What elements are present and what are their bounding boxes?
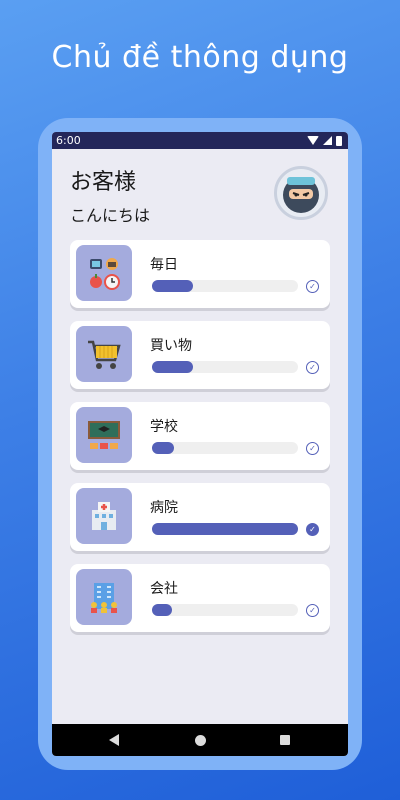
home-icon[interactable] [195,735,206,746]
topic-card-shopping[interactable]: 買い物 ✓ [70,321,330,389]
shopping-cart-icon [76,326,132,382]
topic-label: 会社 [150,581,178,597]
progress-track [152,604,298,616]
progress-track [152,280,298,292]
check-icon: ✓ [306,280,319,293]
progress-track [152,442,298,454]
topic-card-company[interactable]: 会社 ✓ [70,564,330,632]
progress-track [152,523,298,535]
wifi-icon [307,136,319,145]
promo-headline: Chủ đề thông dụng [51,40,349,75]
topic-card-school[interactable]: 学校 ✓ [70,402,330,470]
greeting-subtitle: こんにちは [70,206,151,225]
back-icon[interactable] [109,734,119,746]
progress-fill [152,280,193,292]
greeting-title: お客様 [70,170,137,195]
progress-fill [152,604,173,616]
progress-track [152,361,298,373]
phone-frame: 6:00 お客様 こんにちは 毎日 ✓ 買い物 ✓ 学校 ✓ 病院 ✓ 会社 ✓ [38,118,362,770]
system-nav-bar [52,724,348,756]
office-building-icon [76,569,132,625]
classroom-icon [76,407,132,463]
topic-label: 学校 [150,419,178,435]
signal-icon [323,136,332,145]
check-icon: ✓ [306,442,319,455]
topic-label: 毎日 [150,257,178,273]
check-icon: ✓ [306,604,319,617]
hospital-icon [76,488,132,544]
progress-fill [152,442,174,454]
battery-icon [336,135,342,146]
check-icon: ✓ [306,523,319,536]
topic-label: 買い物 [150,338,192,354]
status-bar: 6:00 [52,132,348,149]
topic-label: 病院 [150,500,178,516]
topic-card-hospital[interactable]: 病院 ✓ [70,483,330,551]
progress-fill [152,361,193,373]
daily-items-icon [76,245,132,301]
check-icon: ✓ [306,361,319,374]
recent-apps-icon[interactable] [280,735,290,745]
progress-fill [152,523,298,535]
app-screen: 6:00 お客様 こんにちは 毎日 ✓ 買い物 ✓ 学校 ✓ 病院 ✓ 会社 ✓ [52,132,348,756]
topic-card-daily[interactable]: 毎日 ✓ [70,240,330,308]
topic-list: 毎日 ✓ 買い物 ✓ 学校 ✓ 病院 ✓ 会社 ✓ [70,240,330,645]
status-time: 6:00 [56,134,81,147]
ninja-avatar-icon[interactable] [274,166,328,220]
